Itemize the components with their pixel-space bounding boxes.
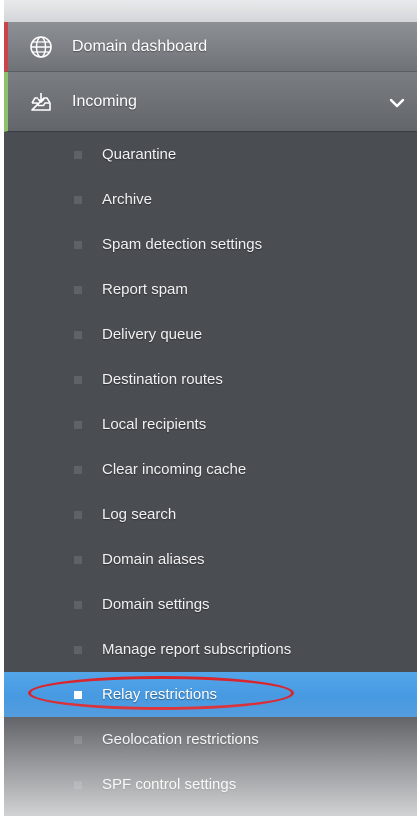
submenu-item-domain-settings[interactable]: Domain settings (4, 582, 417, 627)
submenu-item-label: Relay restrictions (102, 686, 218, 703)
submenu-item-label: Domain settings (102, 596, 210, 613)
bullet-icon (74, 240, 82, 249)
submenu-item-archive[interactable]: Archive (4, 177, 417, 222)
submenu-item-log-search[interactable]: Log search (4, 492, 417, 537)
nav-item-domain-dashboard[interactable]: Domain dashboard (4, 22, 417, 72)
submenu-item-delivery-queue[interactable]: Delivery queue (4, 312, 417, 357)
bullet-icon (74, 150, 82, 159)
submenu-item-manage-report-subscriptions[interactable]: Manage report subscriptions (4, 627, 417, 672)
bullet-icon (74, 690, 82, 699)
submenu-item-label: Delivery queue (102, 326, 203, 343)
submenu-item-relay-restrictions[interactable]: Relay restrictions (4, 672, 417, 717)
bullet-icon (74, 510, 82, 519)
submenu-item-label: Clear incoming cache (102, 461, 247, 478)
submenu-item-quarantine[interactable]: Quarantine (4, 132, 417, 177)
submenu-item-label: Manage report subscriptions (102, 641, 292, 658)
submenu-item-label: Domain aliases (102, 551, 205, 568)
bullet-icon (74, 330, 82, 339)
bullet-icon (74, 375, 82, 384)
bullet-icon (74, 195, 82, 204)
submenu-item-domain-aliases[interactable]: Domain aliases (4, 537, 417, 582)
submenu-item-label: Destination routes (102, 371, 223, 388)
submenu-item-clear-incoming-cache[interactable]: Clear incoming cache (4, 447, 417, 492)
submenu-item-local-recipients[interactable]: Local recipients (4, 402, 417, 447)
submenu-item-label: Quarantine (102, 146, 177, 163)
submenu-item-spam-detection-settings[interactable]: Spam detection settings (4, 222, 417, 267)
submenu-item-report-spam[interactable]: Report spam (4, 267, 417, 312)
nav-item-incoming[interactable]: Incoming (4, 72, 417, 132)
submenu-item-label: Spam detection settings (102, 236, 263, 253)
bullet-icon (74, 600, 82, 609)
bullet-icon (74, 780, 82, 789)
bullet-icon (74, 285, 82, 294)
bullet-icon (74, 735, 82, 744)
submenu-item-label: Geolocation restrictions (102, 731, 259, 748)
submenu-item-label: Local recipients (102, 416, 207, 433)
inbox-download-icon (28, 89, 54, 115)
bullet-icon (74, 465, 82, 474)
nav-item-label: Incoming (72, 92, 137, 110)
bullet-icon (74, 555, 82, 564)
submenu-item-destination-routes[interactable]: Destination routes (4, 357, 417, 402)
incoming-submenu: Quarantine Archive Spam detection settin… (4, 132, 417, 807)
globe-icon (28, 34, 54, 60)
submenu-item-label: Archive (102, 191, 153, 208)
submenu-item-label: SPF control settings (102, 776, 237, 793)
submenu-item-label: Report spam (102, 281, 188, 298)
nav-item-label: Domain dashboard (72, 37, 208, 55)
submenu-item-geolocation-restrictions[interactable]: Geolocation restrictions (4, 717, 417, 762)
sidebar-nav: Domain dashboard Incoming Quarantine Arc… (4, 0, 417, 816)
top-strip (4, 0, 417, 22)
bullet-icon (74, 420, 82, 429)
submenu-item-spf-control-settings[interactable]: SPF control settings (4, 762, 417, 807)
bullet-icon (74, 645, 82, 654)
submenu-item-label: Log search (102, 506, 177, 523)
chevron-down-icon[interactable] (389, 96, 405, 108)
